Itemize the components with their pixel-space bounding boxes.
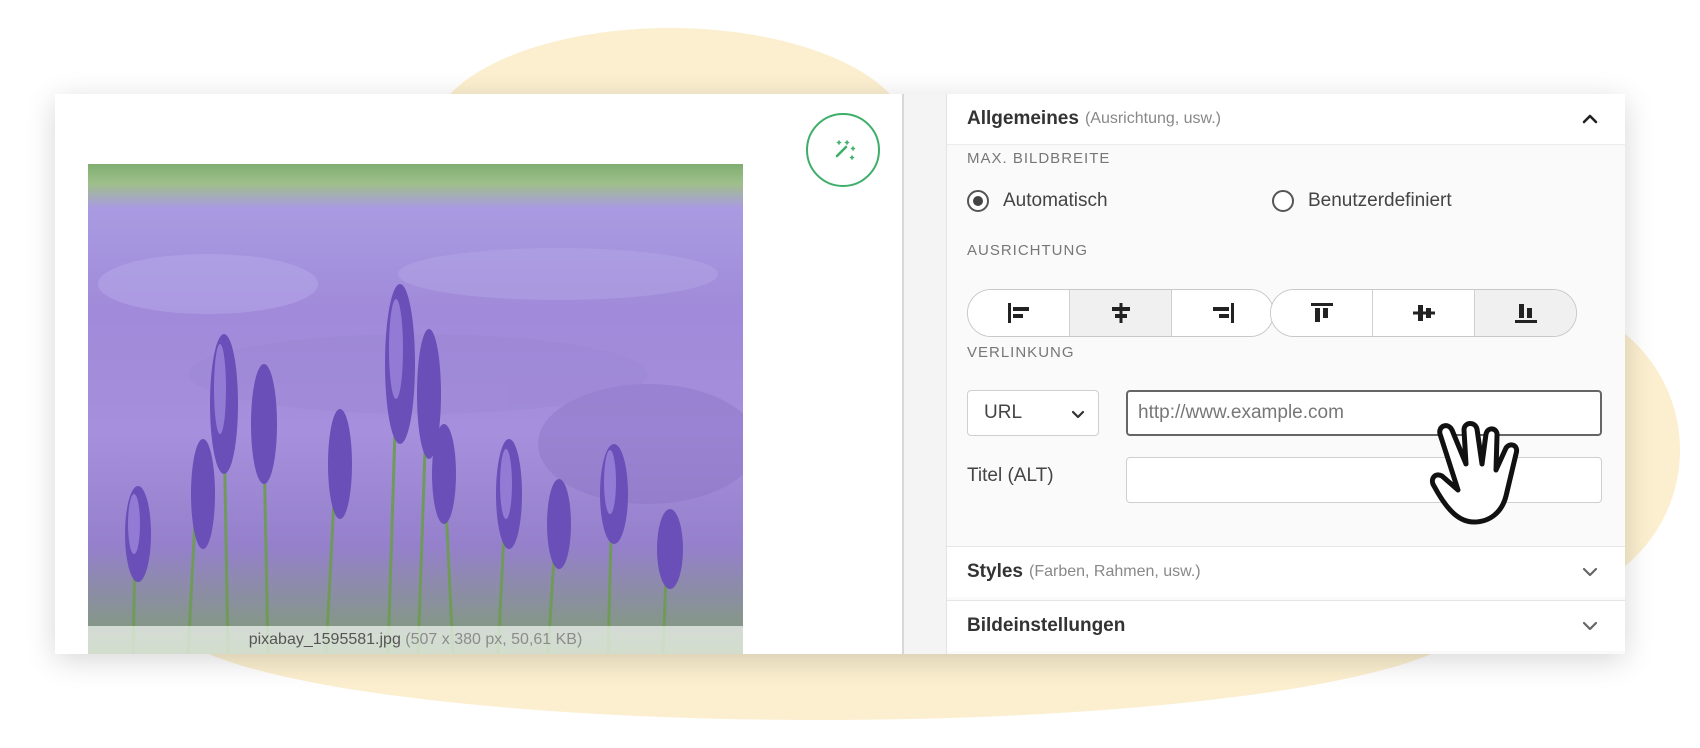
hand-pointer-icon — [1429, 421, 1520, 525]
align-left-icon — [1007, 303, 1029, 323]
radio-button[interactable] — [967, 190, 989, 212]
horizontal-alignment-group — [967, 289, 1274, 337]
align-center-icon — [1111, 303, 1130, 323]
align-bottom-icon — [1514, 304, 1537, 323]
alt-title-label: Titel (ALT) — [967, 465, 1054, 486]
section-image-settings-header[interactable]: Bildeinstellungen — [947, 600, 1625, 651]
magic-wand-icon — [835, 140, 856, 160]
radio-button[interactable] — [1272, 190, 1294, 212]
align-left-button[interactable] — [968, 290, 1070, 336]
section-styles-hint: (Farben, Rahmen, usw.) — [1028, 563, 1201, 580]
align-right-icon — [1212, 303, 1234, 323]
section-styles-title: Styles — [967, 561, 1023, 582]
section-general-hint: (Ausrichtung, usw.) — [1084, 110, 1221, 127]
section-general-title: Allgemeines — [967, 108, 1079, 129]
radio-automatic[interactable]: Automatisch — [967, 190, 1108, 212]
radio-custom[interactable]: Benutzerdefiniert — [1272, 190, 1452, 212]
settings-panel: Allgemeines (Ausrichtung, usw.) MAX. BIL… — [947, 94, 1625, 654]
scroll-gutter — [904, 94, 947, 654]
image-meta: (507 x 380 px, 50,61 KB) — [405, 631, 583, 648]
link-type-value: URL — [984, 402, 1023, 423]
align-middle-icon — [1412, 305, 1435, 321]
align-bottom-button[interactable] — [1475, 290, 1576, 336]
align-top-button[interactable] — [1271, 290, 1373, 336]
align-center-button[interactable] — [1070, 290, 1172, 336]
align-middle-button[interactable] — [1373, 290, 1475, 336]
image-preview-pane: pixabay_1595581.jpg (507 x 380 px, 50,61… — [55, 94, 902, 654]
magic-wand-button[interactable] — [806, 113, 880, 187]
image-caption: pixabay_1595581.jpg (507 x 380 px, 50,61… — [88, 626, 743, 654]
chevron-down-icon — [1071, 410, 1085, 419]
chevron-up-icon[interactable] — [1581, 110, 1599, 128]
section-styles-header[interactable]: Styles (Farben, Rahmen, usw.) — [947, 546, 1625, 597]
image-filename: pixabay_1595581.jpg — [248, 631, 401, 648]
section-general-header[interactable]: Allgemeines (Ausrichtung, usw.) — [947, 94, 1625, 145]
linking-label: VERLINKUNG — [967, 344, 1075, 361]
chevron-down-icon[interactable] — [1581, 563, 1599, 581]
align-top-icon — [1310, 303, 1333, 322]
chevron-down-icon[interactable] — [1581, 617, 1599, 635]
lavender-photo[interactable]: pixabay_1595581.jpg (507 x 380 px, 50,61… — [88, 164, 743, 654]
radio-custom-label: Benutzerdefiniert — [1308, 190, 1452, 211]
vertical-alignment-group — [1270, 289, 1577, 337]
image-editor-panel: pixabay_1595581.jpg (507 x 380 px, 50,61… — [55, 94, 1625, 654]
align-right-button[interactable] — [1172, 290, 1273, 336]
radio-automatic-label: Automatisch — [1003, 190, 1108, 211]
alignment-label: AUSRICHTUNG — [967, 242, 1089, 259]
max-width-label: MAX. BILDBREITE — [967, 150, 1111, 167]
link-type-select[interactable]: URL — [967, 390, 1099, 436]
section-image-settings-title: Bildeinstellungen — [967, 615, 1126, 636]
